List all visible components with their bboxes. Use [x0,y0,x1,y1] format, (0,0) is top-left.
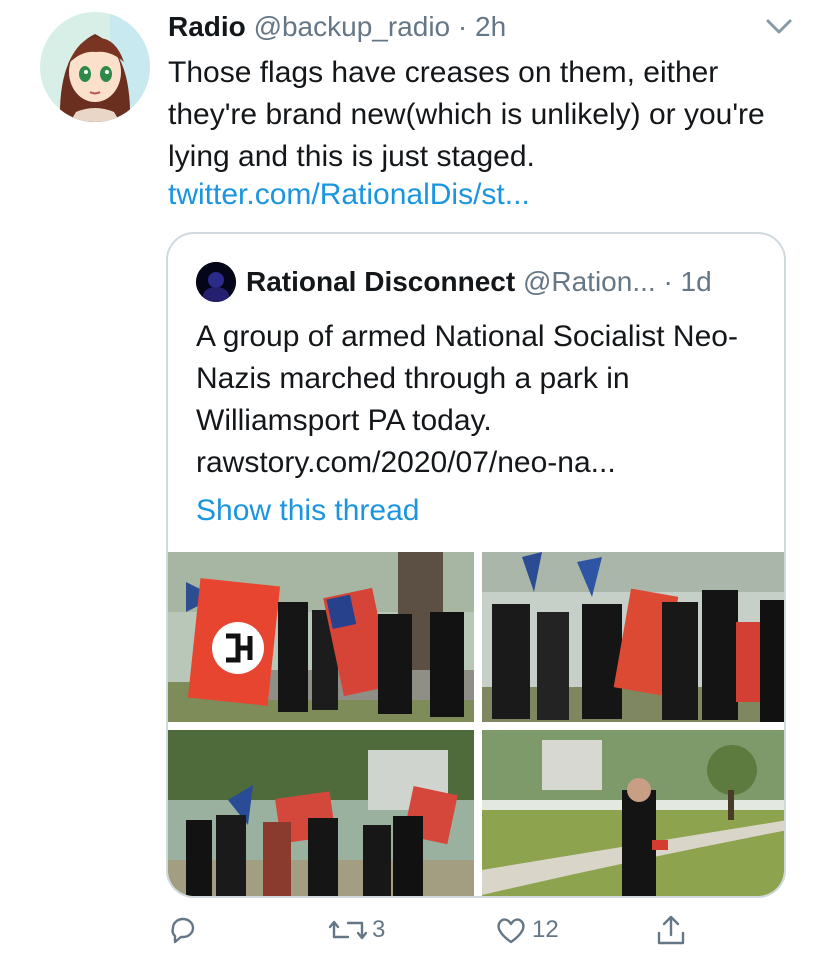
chevron-down-icon[interactable] [764,14,794,38]
separator-dot: · [457,11,468,42]
retweet-count: 3 [372,916,386,943]
author-name[interactable]: Radio [168,11,246,42]
quoted-header: Rational Disconnect @Ration... · 1d [246,264,712,300]
heart-icon [494,913,528,947]
photo-4[interactable] [482,730,784,896]
quoted-body: A group of armed National Socialist Neo-… [196,320,738,437]
like-button[interactable]: 12 [494,910,559,950]
author-handle[interactable]: @backup_radio [254,11,451,42]
tweet-link[interactable]: twitter.com/RationalDis/st... [168,174,530,216]
avatar[interactable] [40,12,150,122]
retweet-button[interactable]: 3 [328,910,385,950]
quoted-text: A group of armed National Socialist Neo-… [196,316,766,484]
photo-2[interactable] [482,552,784,722]
reply-icon [166,913,200,947]
quoted-tweet[interactable]: Rational Disconnect @Ration... · 1d A gr… [166,232,786,898]
tweet-text: Those flags have creases on them, either… [168,56,765,173]
tweet-header: Radio @backup_radio · 2h [168,10,506,44]
quoted-time[interactable]: 1d [681,266,712,297]
share-button[interactable] [654,910,688,950]
quoted-author-name[interactable]: Rational Disconnect [246,266,515,297]
quoted-separator-dot: · [663,266,673,297]
quoted-link[interactable]: rawstory.com/2020/07/neo-na... [196,442,766,484]
like-count: 12 [532,916,559,943]
reply-button[interactable] [166,910,200,950]
tweet-time[interactable]: 2h [475,11,506,42]
show-thread-link[interactable]: Show this thread [196,490,419,532]
photo-3[interactable] [168,730,474,896]
photo-grid [168,552,784,896]
quoted-author-handle[interactable]: @Ration... [523,266,656,297]
photo-1[interactable] [168,552,474,722]
action-bar: 3 12 [0,910,828,960]
retweet-icon [328,913,368,947]
share-icon [654,913,688,947]
anime-avatar-image [40,12,150,122]
quoted-avatar [196,262,236,302]
